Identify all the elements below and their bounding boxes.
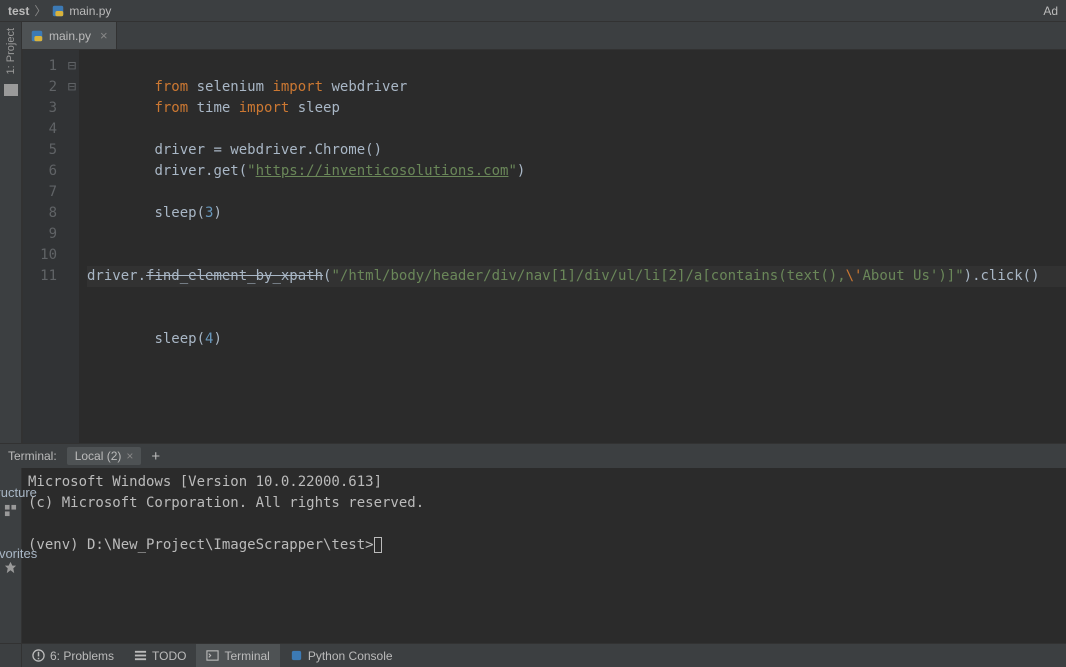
line-number: 11 [23, 266, 57, 287]
terminal-title: Terminal: [8, 449, 57, 463]
fold-marker-icon[interactable]: ⊟ [65, 77, 79, 98]
status-problems-label: 6: Problems [50, 649, 114, 663]
terminal-cursor [374, 537, 382, 553]
breadcrumb-project[interactable]: test [8, 4, 29, 18]
terminal-tab-label: Local (2) [75, 449, 122, 463]
folder-icon[interactable] [4, 84, 18, 96]
python-file-icon [30, 29, 44, 43]
terminal-panel: Terminal: Local (2) × + 7: Structure 2: … [0, 443, 1066, 643]
line-number: 1 [23, 56, 57, 77]
status-todo-label: TODO [152, 649, 186, 663]
fold-column: ⊟ ⊟ [65, 50, 79, 443]
terminal-header: Terminal: Local (2) × + [0, 444, 1066, 468]
status-python-console-label: Python Console [308, 649, 393, 663]
left-tool-strip: 1: Project [0, 22, 22, 443]
status-todo[interactable]: TODO [124, 644, 196, 667]
editor-tab-mainpy[interactable]: main.py × [22, 22, 117, 49]
tool-project[interactable]: 1: Project [5, 22, 17, 80]
status-bar: 6: Problems TODO Terminal Python Console [0, 643, 1066, 667]
status-left-spacer [0, 644, 22, 667]
line-number: 2 [23, 77, 57, 98]
terminal-icon [206, 649, 219, 662]
editor-body: 1234567891011 ⊟ ⊟ from selenium import w… [22, 50, 1066, 443]
line-number-gutter: 1234567891011 [23, 50, 65, 443]
main-area: 1: Project main.py × 1234567891011 ⊟ ⊟ f… [0, 22, 1066, 443]
structure-icon[interactable] [4, 504, 17, 517]
terminal-output[interactable]: Microsoft Windows [Version 10.0.22000.61… [22, 468, 1066, 643]
python-icon [290, 649, 303, 662]
line-number: 6 [23, 161, 57, 182]
editor-tab-label: main.py [49, 29, 91, 43]
line-number: 3 [23, 98, 57, 119]
line-number: 5 [23, 140, 57, 161]
add-terminal-button[interactable]: + [151, 448, 160, 465]
breadcrumb-file[interactable]: main.py [51, 4, 111, 18]
line-number: 4 [23, 119, 57, 140]
close-icon[interactable]: × [126, 449, 133, 463]
status-terminal[interactable]: Terminal [196, 644, 279, 667]
list-icon [134, 649, 147, 662]
terminal-left-strip: 7: Structure 2: Favorites [0, 468, 22, 643]
star-icon[interactable] [4, 561, 17, 574]
terminal-tab-local[interactable]: Local (2) × [67, 447, 142, 465]
top-right-truncated: Ad [1043, 4, 1058, 18]
line-number: 7 [23, 182, 57, 203]
python-file-icon [51, 4, 65, 18]
close-icon[interactable]: × [100, 28, 108, 43]
code-area[interactable]: from selenium import webdriver from time… [79, 50, 1066, 443]
editor-tabs: main.py × [22, 22, 1066, 50]
line-number: 8 [23, 203, 57, 224]
status-problems[interactable]: 6: Problems [22, 644, 124, 667]
status-terminal-label: Terminal [224, 649, 269, 663]
breadcrumb-bar: test 〉 main.py Ad [0, 0, 1066, 22]
breadcrumb-separator-icon: 〉 [34, 2, 46, 19]
warning-icon [32, 649, 45, 662]
status-python-console[interactable]: Python Console [280, 644, 403, 667]
editor-column: main.py × 1234567891011 ⊟ ⊟ from seleniu… [22, 22, 1066, 443]
fold-marker-icon[interactable]: ⊟ [65, 56, 79, 77]
line-number: 10 [23, 245, 57, 266]
line-number: 9 [23, 224, 57, 245]
